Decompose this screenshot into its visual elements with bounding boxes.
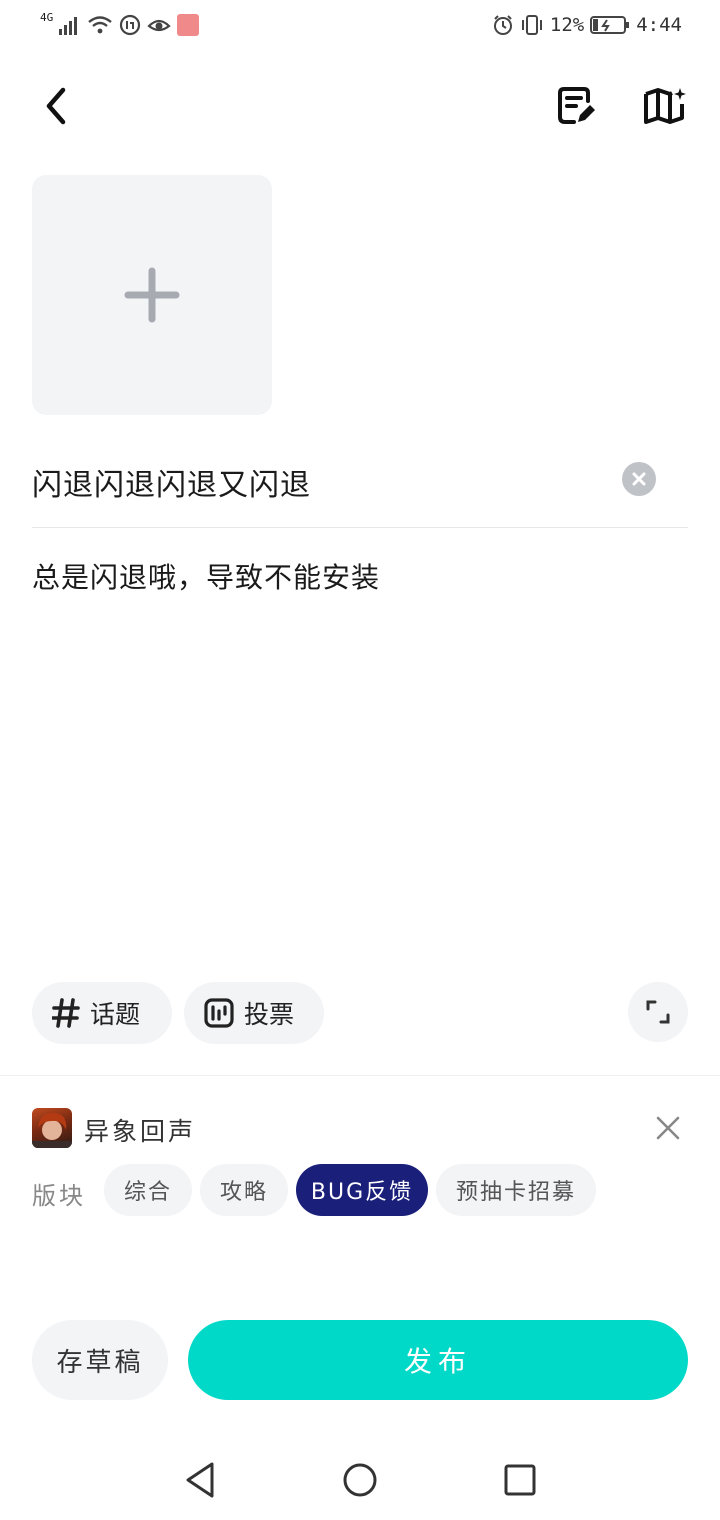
signal-icon: [59, 15, 81, 35]
section-label: 版块: [32, 1182, 86, 1210]
square-recent-icon: [504, 1464, 536, 1496]
data-saver-icon: [119, 14, 141, 36]
title-input-value[interactable]: 闪退闪退闪退又闪退: [32, 460, 311, 504]
status-bar: 4G 12% 4:44: [0, 0, 720, 56]
nav-recent-button[interactable]: [498, 1458, 542, 1502]
body-input[interactable]: 总是闪退哦，导致不能安装: [32, 556, 380, 596]
vote-button[interactable]: 投票: [184, 982, 324, 1044]
back-button[interactable]: [32, 82, 80, 130]
network-type: 4G: [40, 10, 54, 24]
book-sparkle-icon: [644, 88, 686, 124]
nav-home-button[interactable]: [340, 1458, 384, 1502]
plus-icon: [124, 267, 180, 323]
expand-editor-button[interactable]: [628, 982, 688, 1042]
topic-label: 话题: [90, 1000, 141, 1029]
section-divider: [0, 1075, 720, 1076]
add-image-button[interactable]: [32, 175, 272, 415]
edit-note-icon: [558, 87, 595, 124]
battery-icon: [590, 15, 630, 35]
chevron-left-icon: [46, 87, 66, 125]
clock: 4:44: [636, 14, 682, 36]
eye-icon: [147, 15, 171, 35]
tag-general[interactable]: 综合: [104, 1164, 192, 1216]
tag-guide[interactable]: 攻略: [200, 1164, 288, 1216]
game-avatar: [32, 1108, 72, 1148]
vote-label: 投票: [244, 1000, 295, 1029]
triangle-back-icon: [186, 1462, 214, 1498]
vibrate-icon: [520, 14, 544, 36]
wifi-icon: [87, 15, 113, 35]
app-notification-icon: [177, 14, 200, 36]
guide-button[interactable]: [640, 82, 688, 130]
close-icon: [632, 472, 646, 486]
nav-back-button[interactable]: [180, 1458, 224, 1502]
expand-icon: [646, 1000, 670, 1024]
battery-percent: 12%: [549, 14, 585, 36]
alarm-icon: [492, 14, 514, 36]
hashtag-icon: [52, 998, 80, 1028]
tag-recruit[interactable]: 预抽卡招募: [436, 1164, 596, 1216]
topic-button[interactable]: 话题: [32, 982, 172, 1044]
save-draft-button[interactable]: 存草稿: [32, 1320, 168, 1400]
close-icon: [656, 1116, 680, 1140]
circle-home-icon: [343, 1463, 377, 1497]
tag-bug-feedback[interactable]: BUG反馈: [296, 1164, 428, 1216]
clear-title-button[interactable]: [622, 462, 656, 496]
title-field[interactable]: 闪退闪退闪退又闪退: [32, 452, 688, 528]
publish-button[interactable]: 发布: [188, 1320, 688, 1400]
poll-icon: [204, 998, 234, 1028]
drafts-button[interactable]: [552, 82, 600, 130]
remove-game-button[interactable]: [648, 1108, 688, 1148]
game-name: 异象回声: [84, 1117, 197, 1146]
